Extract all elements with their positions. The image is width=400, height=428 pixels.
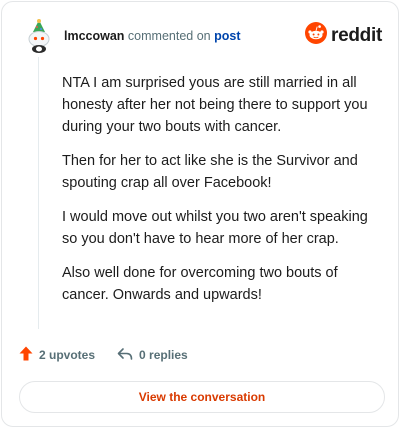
reply-arrow-icon (117, 347, 139, 364)
comment-paragraph: NTA I am surprised yous are still marrie… (62, 75, 368, 135)
reddit-wordmark: reddit (331, 24, 382, 46)
comment-actions: 2 upvotes 0 replies (19, 346, 210, 364)
post-link[interactable]: post (214, 29, 240, 43)
action-text: commented on (127, 29, 211, 43)
comment-body: NTA I am surprised yous are still marrie… (62, 72, 384, 318)
comment-paragraph: I would move out whilst you two aren't s… (62, 209, 368, 247)
reply-button[interactable]: 0 replies (117, 347, 188, 364)
snoo-party-hat-avatar-icon[interactable] (24, 19, 54, 53)
comment-paragraph: Then for her to act like she is the Surv… (62, 153, 358, 191)
view-conversation-button[interactable]: View the conversation (19, 381, 385, 413)
upvote-button[interactable]: 2 upvotes (19, 346, 95, 364)
upvotes-count: 2 upvotes (39, 348, 96, 362)
comment-embed-card: lmccowan commented on post reddit NTA I … (1, 1, 399, 427)
username-link[interactable]: lmccowan (64, 29, 124, 43)
comment-meta: lmccowan commented on post (64, 29, 240, 43)
thread-line (38, 57, 39, 329)
comment-paragraph: Also well done for overcoming two bouts … (62, 265, 338, 303)
reddit-logo-icon (305, 22, 328, 49)
upvote-arrow-icon (19, 346, 39, 364)
replies-count: 0 replies (139, 348, 188, 362)
reddit-brand[interactable]: reddit (305, 22, 382, 49)
